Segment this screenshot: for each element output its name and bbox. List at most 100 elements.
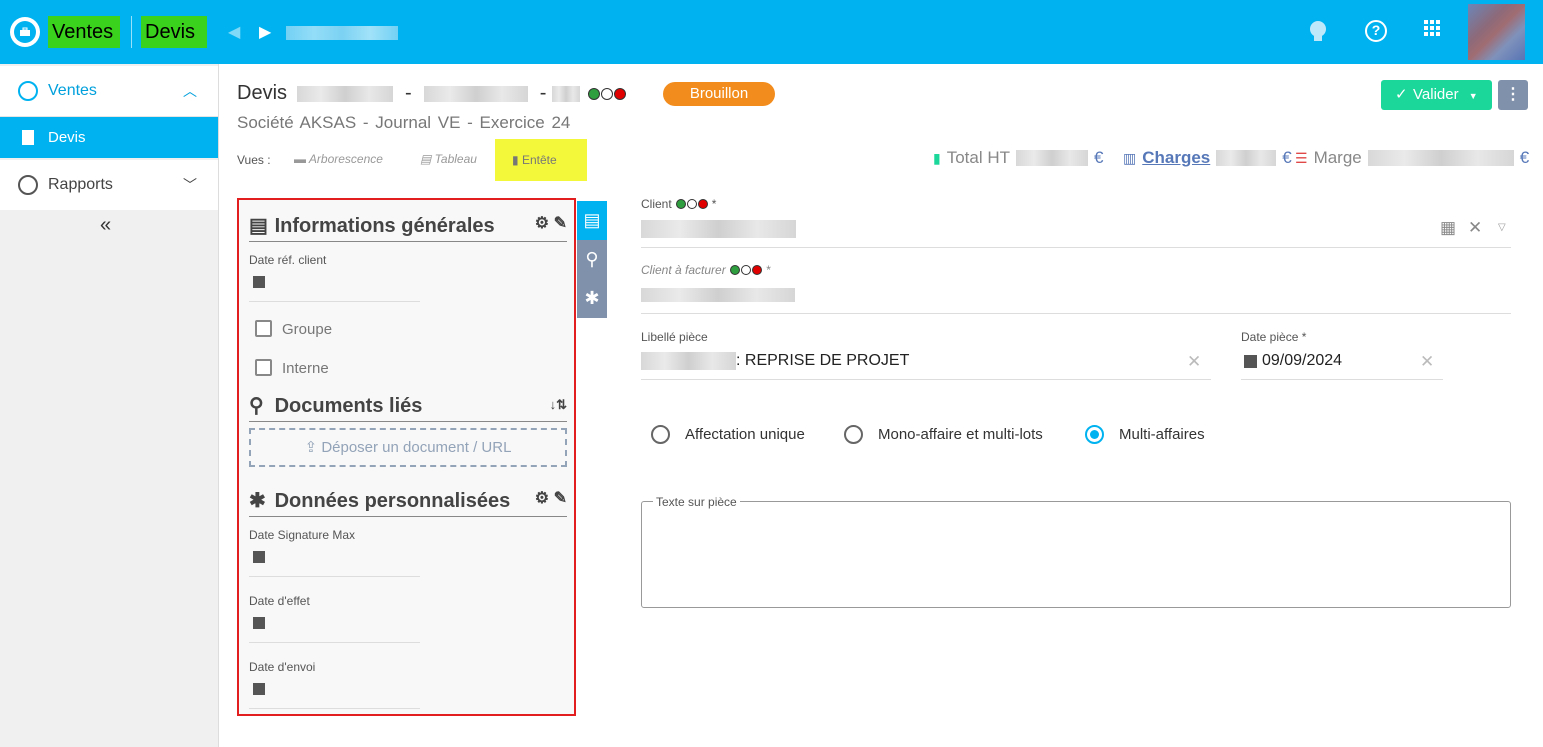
doc-number-redacted [297, 85, 394, 102]
edit-icon[interactable]: ✎ [554, 490, 567, 507]
libelle-field[interactable] [641, 379, 1211, 380]
groupe-checkbox[interactable] [255, 320, 272, 337]
red-dot-icon [697, 199, 708, 209]
close-icon[interactable]: ✕ [1420, 352, 1434, 372]
client-facturer-field[interactable] [641, 313, 1511, 314]
date-envoi-field[interactable] [249, 708, 420, 709]
libelle-value[interactable]: : REPRISE DE PROJET [736, 352, 909, 370]
tab-informations[interactable]: ▤ [577, 201, 607, 240]
date-envoi-label: Date d'envoi [249, 660, 316, 674]
tab-custom-data[interactable]: ✱ [577, 279, 607, 318]
sidebar: Ventes ︿ Devis Rapports ﹀ « [0, 64, 219, 747]
collapse-sidebar-icon[interactable]: « [100, 214, 111, 237]
kpi-charges[interactable]: ▥ Charges € [1123, 148, 1292, 168]
radio-multi-affaires[interactable] [1085, 425, 1104, 444]
more-options-button[interactable]: ⋮ [1498, 80, 1528, 110]
asterisk-icon: ✱ [249, 490, 266, 512]
document-info-icon: ▤ [583, 210, 601, 230]
check-icon: ✓ [1395, 86, 1408, 103]
document-info-icon: ▤ [249, 215, 268, 237]
kpi-value-redacted [1367, 150, 1514, 166]
bulb-icon[interactable] [1308, 20, 1328, 49]
view-tableau[interactable]: ▤ Tableau [420, 152, 477, 166]
red-dot-icon [614, 87, 627, 100]
green-dot-icon [675, 199, 686, 209]
white-dot-icon [740, 265, 751, 275]
calendar-icon[interactable] [253, 683, 265, 695]
sidebar-item-devis[interactable]: Devis [0, 117, 218, 158]
apps-grid-icon[interactable] [1424, 20, 1440, 36]
doc-type: Devis [237, 82, 288, 104]
kpi-currency: € [1094, 148, 1104, 167]
sort-icon[interactable]: ↓⇅ [550, 397, 567, 413]
upload-dropzone[interactable]: ⇪ Déposer un document / URL [249, 428, 567, 467]
date-piece-field[interactable] [1241, 379, 1443, 380]
edit-icon[interactable]: ✎ [554, 215, 567, 232]
close-icon[interactable]: ✕ [1468, 218, 1482, 238]
chevron-up-icon: ︿ [183, 83, 197, 99]
avatar[interactable] [1468, 4, 1525, 60]
radio-label[interactable]: Multi-affaires [1119, 426, 1205, 443]
previous-icon[interactable]: ◀ [228, 22, 240, 42]
next-icon[interactable]: ▶ [259, 22, 271, 42]
section-documents-lies: ⚲ Documents liés ↓⇅ [249, 393, 567, 422]
status-dots [675, 199, 708, 209]
date-effet-label: Date d'effet [249, 594, 310, 608]
interne-label: Interne [282, 360, 329, 377]
radio-mono-affaire[interactable] [844, 425, 863, 444]
view-label: Arborescence [308, 152, 383, 166]
calendar-icon[interactable] [1244, 355, 1257, 368]
top-bar: Ventes Devis ◀ ▶ ? [0, 0, 1543, 64]
status-badge: Brouillon [663, 82, 775, 106]
view-arborescence[interactable]: ▬ Arborescence [294, 152, 383, 166]
date-ref-client-field[interactable] [249, 301, 420, 302]
upload-icon: ⇪ [304, 439, 322, 456]
building-icon[interactable]: ▦ [1440, 218, 1456, 238]
client-facturer-value-redacted[interactable] [641, 288, 795, 302]
gear-icon[interactable]: ⚙ [535, 215, 549, 232]
required-mark: * [765, 263, 771, 277]
sidebar-item-ventes[interactable]: Ventes ︿ [0, 66, 218, 117]
app-logo-icon[interactable] [10, 17, 40, 47]
radio-label[interactable]: Affectation unique [685, 426, 805, 443]
view-label: Tableau [434, 152, 477, 166]
view-entete[interactable]: ▮ Entête [495, 139, 587, 181]
date-signature-label: Date Signature Max [249, 528, 356, 542]
calendar-icon[interactable] [253, 551, 265, 563]
gear-icon[interactable]: ⚙ [535, 490, 549, 507]
record-title-redacted [286, 26, 398, 40]
valider-button[interactable]: ✓ Valider ▼ [1381, 80, 1492, 110]
calendar-icon[interactable] [253, 617, 265, 629]
date-signature-field[interactable] [249, 576, 420, 577]
views-label: Vues : [237, 153, 271, 167]
interne-checkbox[interactable] [255, 359, 272, 376]
breadcrumb-ventes[interactable]: Ventes [48, 16, 120, 48]
groupe-label: Groupe [282, 321, 333, 338]
page-subtitle: Société AKSAS - Journal VE - Exercice 24 [237, 113, 571, 132]
sidebar-item-label: Devis [48, 129, 86, 146]
sidebar-item-rapports[interactable]: Rapports ﹀ [0, 160, 218, 210]
caret-down-icon[interactable]: ▽ [1498, 222, 1506, 233]
client-field[interactable] [641, 247, 1511, 248]
section-title-label: Documents liés [274, 395, 423, 417]
texte-sur-piece-textarea[interactable] [641, 501, 1511, 608]
calendar-icon[interactable] [253, 276, 265, 288]
tab-documents[interactable]: ⚲ [577, 240, 607, 279]
radio-label[interactable]: Mono-affaire et multi-lots [878, 426, 1043, 443]
red-dot-icon [751, 265, 762, 275]
libelle-prefix-redacted [641, 352, 736, 370]
breadcrumb-devis[interactable]: Devis [141, 16, 207, 48]
close-icon[interactable]: ✕ [1187, 352, 1201, 372]
radio-affectation-unique[interactable] [651, 425, 670, 444]
kpi-label: Charges [1142, 148, 1211, 167]
document-icon [22, 130, 34, 145]
date-piece-value[interactable]: 09/09/2024 [1262, 352, 1342, 370]
help-icon[interactable]: ? [1365, 20, 1387, 42]
date-effet-field[interactable] [249, 642, 420, 643]
section-tools: ⚙ ✎ [535, 488, 567, 508]
client-facturer-text: Client à facturer [641, 263, 726, 277]
client-value-redacted[interactable] [641, 220, 796, 238]
info-panel: ▤ Informations générales ⚙ ✎ Date réf. c… [237, 198, 576, 716]
sidebar-item-label: Ventes [48, 82, 97, 99]
client-label-text: Client [641, 197, 672, 211]
